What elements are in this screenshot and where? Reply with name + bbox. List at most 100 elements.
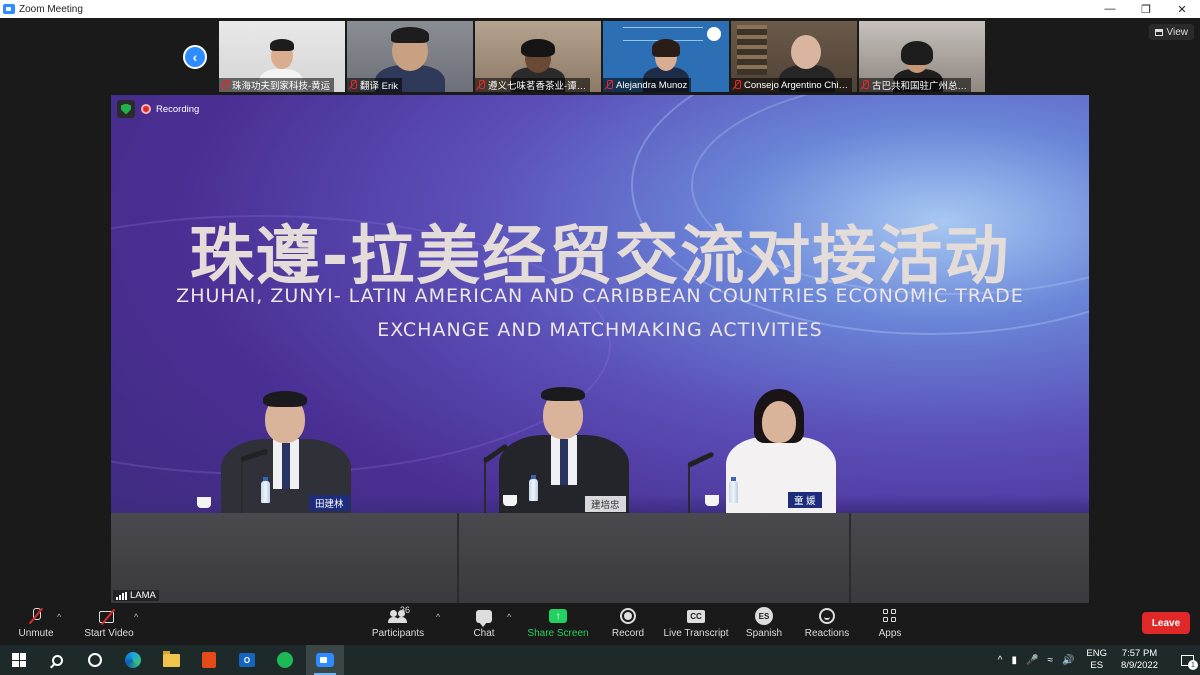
participant-namebar: Alejandra Munoz — [603, 78, 692, 92]
windows-taskbar: O ^ ▮ 🎤 ≈ 🔊 ENG ES 7:57 PM 8/9/2022 1 — [0, 645, 1200, 675]
participant-tile[interactable]: 珠海功夫到家科技-黄运 — [219, 21, 345, 92]
chat-options-caret[interactable]: ^ — [507, 612, 511, 622]
participant-namebar: 珠海功夫到家科技-黄运 — [219, 78, 335, 92]
share-screen-button[interactable]: ↑ Share Screen — [526, 603, 590, 645]
search-icon — [51, 654, 63, 666]
video-options-caret[interactable]: ^ — [134, 612, 138, 622]
table-seam — [849, 513, 851, 603]
participant-tile[interactable]: Alejandra Munoz — [603, 21, 729, 92]
taskbar-spotify[interactable] — [266, 645, 304, 675]
participant-tile[interactable]: Consejo Argentino Chi… — [731, 21, 857, 92]
leave-button[interactable]: Leave — [1142, 612, 1190, 634]
microphone-stand — [484, 457, 486, 513]
audio-options-caret[interactable]: ^ — [57, 612, 61, 622]
headset-icon — [521, 39, 555, 57]
chat-label: Chat — [473, 628, 495, 639]
start-button[interactable] — [0, 645, 38, 675]
apps-label: Apps — [878, 628, 902, 639]
taskbar-office[interactable] — [190, 645, 228, 675]
outlook-icon: O — [239, 653, 255, 667]
tray-icons: ^ ▮ 🎤 ≈ 🔊 — [998, 655, 1075, 666]
tea-cup — [503, 495, 517, 506]
minimize-icon[interactable]: — — [1092, 0, 1128, 18]
record-icon — [620, 608, 636, 624]
nameplate-center: 建培忠 — [585, 496, 626, 512]
unmute-label: Unmute — [18, 628, 54, 639]
table-seam — [457, 513, 459, 603]
participant-hair — [270, 39, 294, 51]
window-title: Zoom Meeting — [19, 3, 83, 15]
record-label: Record — [611, 628, 645, 639]
search-button[interactable] — [38, 645, 76, 675]
bookshelf — [737, 25, 767, 75]
chat-button[interactable]: Chat — [466, 603, 502, 645]
view-grid-icon — [1154, 28, 1163, 36]
close-icon[interactable]: ✕ — [1164, 0, 1200, 18]
banner-title-english-line2: EXCHANGE AND MATCHMAKING ACTIVITIES — [377, 319, 823, 341]
taskbar-zoom[interactable] — [306, 645, 344, 675]
taskbar-file-explorer[interactable] — [152, 645, 190, 675]
water-bottle — [261, 477, 270, 503]
security-shield-icon[interactable] — [117, 100, 135, 118]
mic-muted-icon — [221, 80, 229, 90]
live-transcript-label: Live Transcript — [663, 628, 729, 639]
mic-muted-icon — [733, 80, 741, 90]
view-button[interactable]: View — [1148, 24, 1194, 40]
nameplate-right: 童 媛 — [788, 492, 822, 508]
tea-cup — [705, 495, 719, 506]
water-bottle — [529, 475, 538, 501]
water-bottle — [729, 477, 738, 503]
meeting-toolbar: Unmute ^ Start Video ^ 36 Participants ^ — [0, 603, 1200, 645]
participant-name: 珠海功夫到家科技-黄运 — [232, 81, 331, 92]
recording-dot-icon — [141, 104, 151, 114]
participant-name: 遵义七味茗香茶业-谭… — [488, 81, 587, 92]
input-language[interactable]: ENG ES — [1086, 648, 1107, 672]
start-video-button[interactable]: Start Video — [82, 603, 136, 645]
recording-indicator[interactable]: Recording — [141, 102, 199, 116]
participant-namebar: 古巴共和国驻广州总… — [859, 78, 972, 92]
participants-label: Participants — [371, 628, 425, 639]
mic-muted-icon — [349, 80, 357, 90]
participant-name: 翻译 Erik — [360, 81, 399, 92]
clock[interactable]: 7:57 PM 8/9/2022 — [1121, 648, 1158, 672]
language-button[interactable]: ES Spanish — [744, 603, 784, 645]
participant-name: 古巴共和国驻广州总… — [872, 81, 968, 92]
participant-head — [791, 35, 821, 69]
zoom-window: Zoom Meeting — ❐ ✕ View ‹ 珠海功夫到家科技-黄运 翻译… — [0, 0, 1200, 675]
tea-cup — [197, 497, 211, 508]
taskbar-edge[interactable] — [114, 645, 152, 675]
wifi-icon[interactable]: ≈ — [1047, 655, 1053, 666]
participant-tile[interactable]: 遵义七味茗香茶业-谭… — [475, 21, 601, 92]
reactions-button[interactable]: Reactions — [804, 603, 850, 645]
participant-strip: 珠海功夫到家科技-黄运 翻译 Erik 遵义七味茗香茶业-谭… Alejandr… — [219, 21, 985, 92]
meeting-area: View ‹ 珠海功夫到家科技-黄运 翻译 Erik 遵义七味茗香茶业-谭… A… — [0, 18, 1200, 645]
spotify-icon — [277, 652, 293, 668]
live-transcript-button[interactable]: CC Live Transcript — [662, 603, 730, 645]
chat-icon — [476, 609, 492, 627]
participants-button[interactable]: 36 Participants — [370, 603, 426, 645]
video-off-icon — [99, 609, 119, 623]
cortana-button[interactable] — [76, 645, 114, 675]
main-video[interactable]: Recording 珠遵-拉美经贸交流对接活动 ZHUHAI, ZUNYI- L… — [111, 95, 1089, 603]
tray-overflow-caret-icon[interactable]: ^ — [998, 655, 1003, 666]
battery-icon[interactable]: ▮ — [1012, 655, 1018, 666]
mic-muted-icon — [605, 80, 613, 90]
notification-center-button[interactable]: 1 — [1174, 645, 1200, 675]
participant-tile[interactable]: 翻译 Erik — [347, 21, 473, 92]
unmute-button[interactable]: Unmute — [14, 603, 58, 645]
participants-options-caret[interactable]: ^ — [436, 612, 440, 622]
file-explorer-icon — [162, 650, 180, 667]
record-button[interactable]: Record — [608, 603, 648, 645]
windows-logo-icon — [12, 653, 26, 667]
participants-count: 36 — [400, 605, 411, 615]
restore-icon[interactable]: ❐ — [1128, 0, 1164, 18]
taskbar-outlook[interactable]: O — [228, 645, 266, 675]
volume-icon[interactable]: 🔊 — [1062, 655, 1074, 666]
microphone-muted-icon — [30, 608, 42, 624]
participant-tile[interactable]: 古巴共和国驻广州总… — [859, 21, 985, 92]
language-top: ENG — [1086, 648, 1108, 659]
apps-button[interactable]: Apps — [874, 603, 906, 645]
microphone-icon[interactable]: 🎤 — [1026, 655, 1038, 666]
strip-previous-button[interactable]: ‹ — [183, 45, 207, 69]
view-label: View — [1166, 26, 1189, 38]
